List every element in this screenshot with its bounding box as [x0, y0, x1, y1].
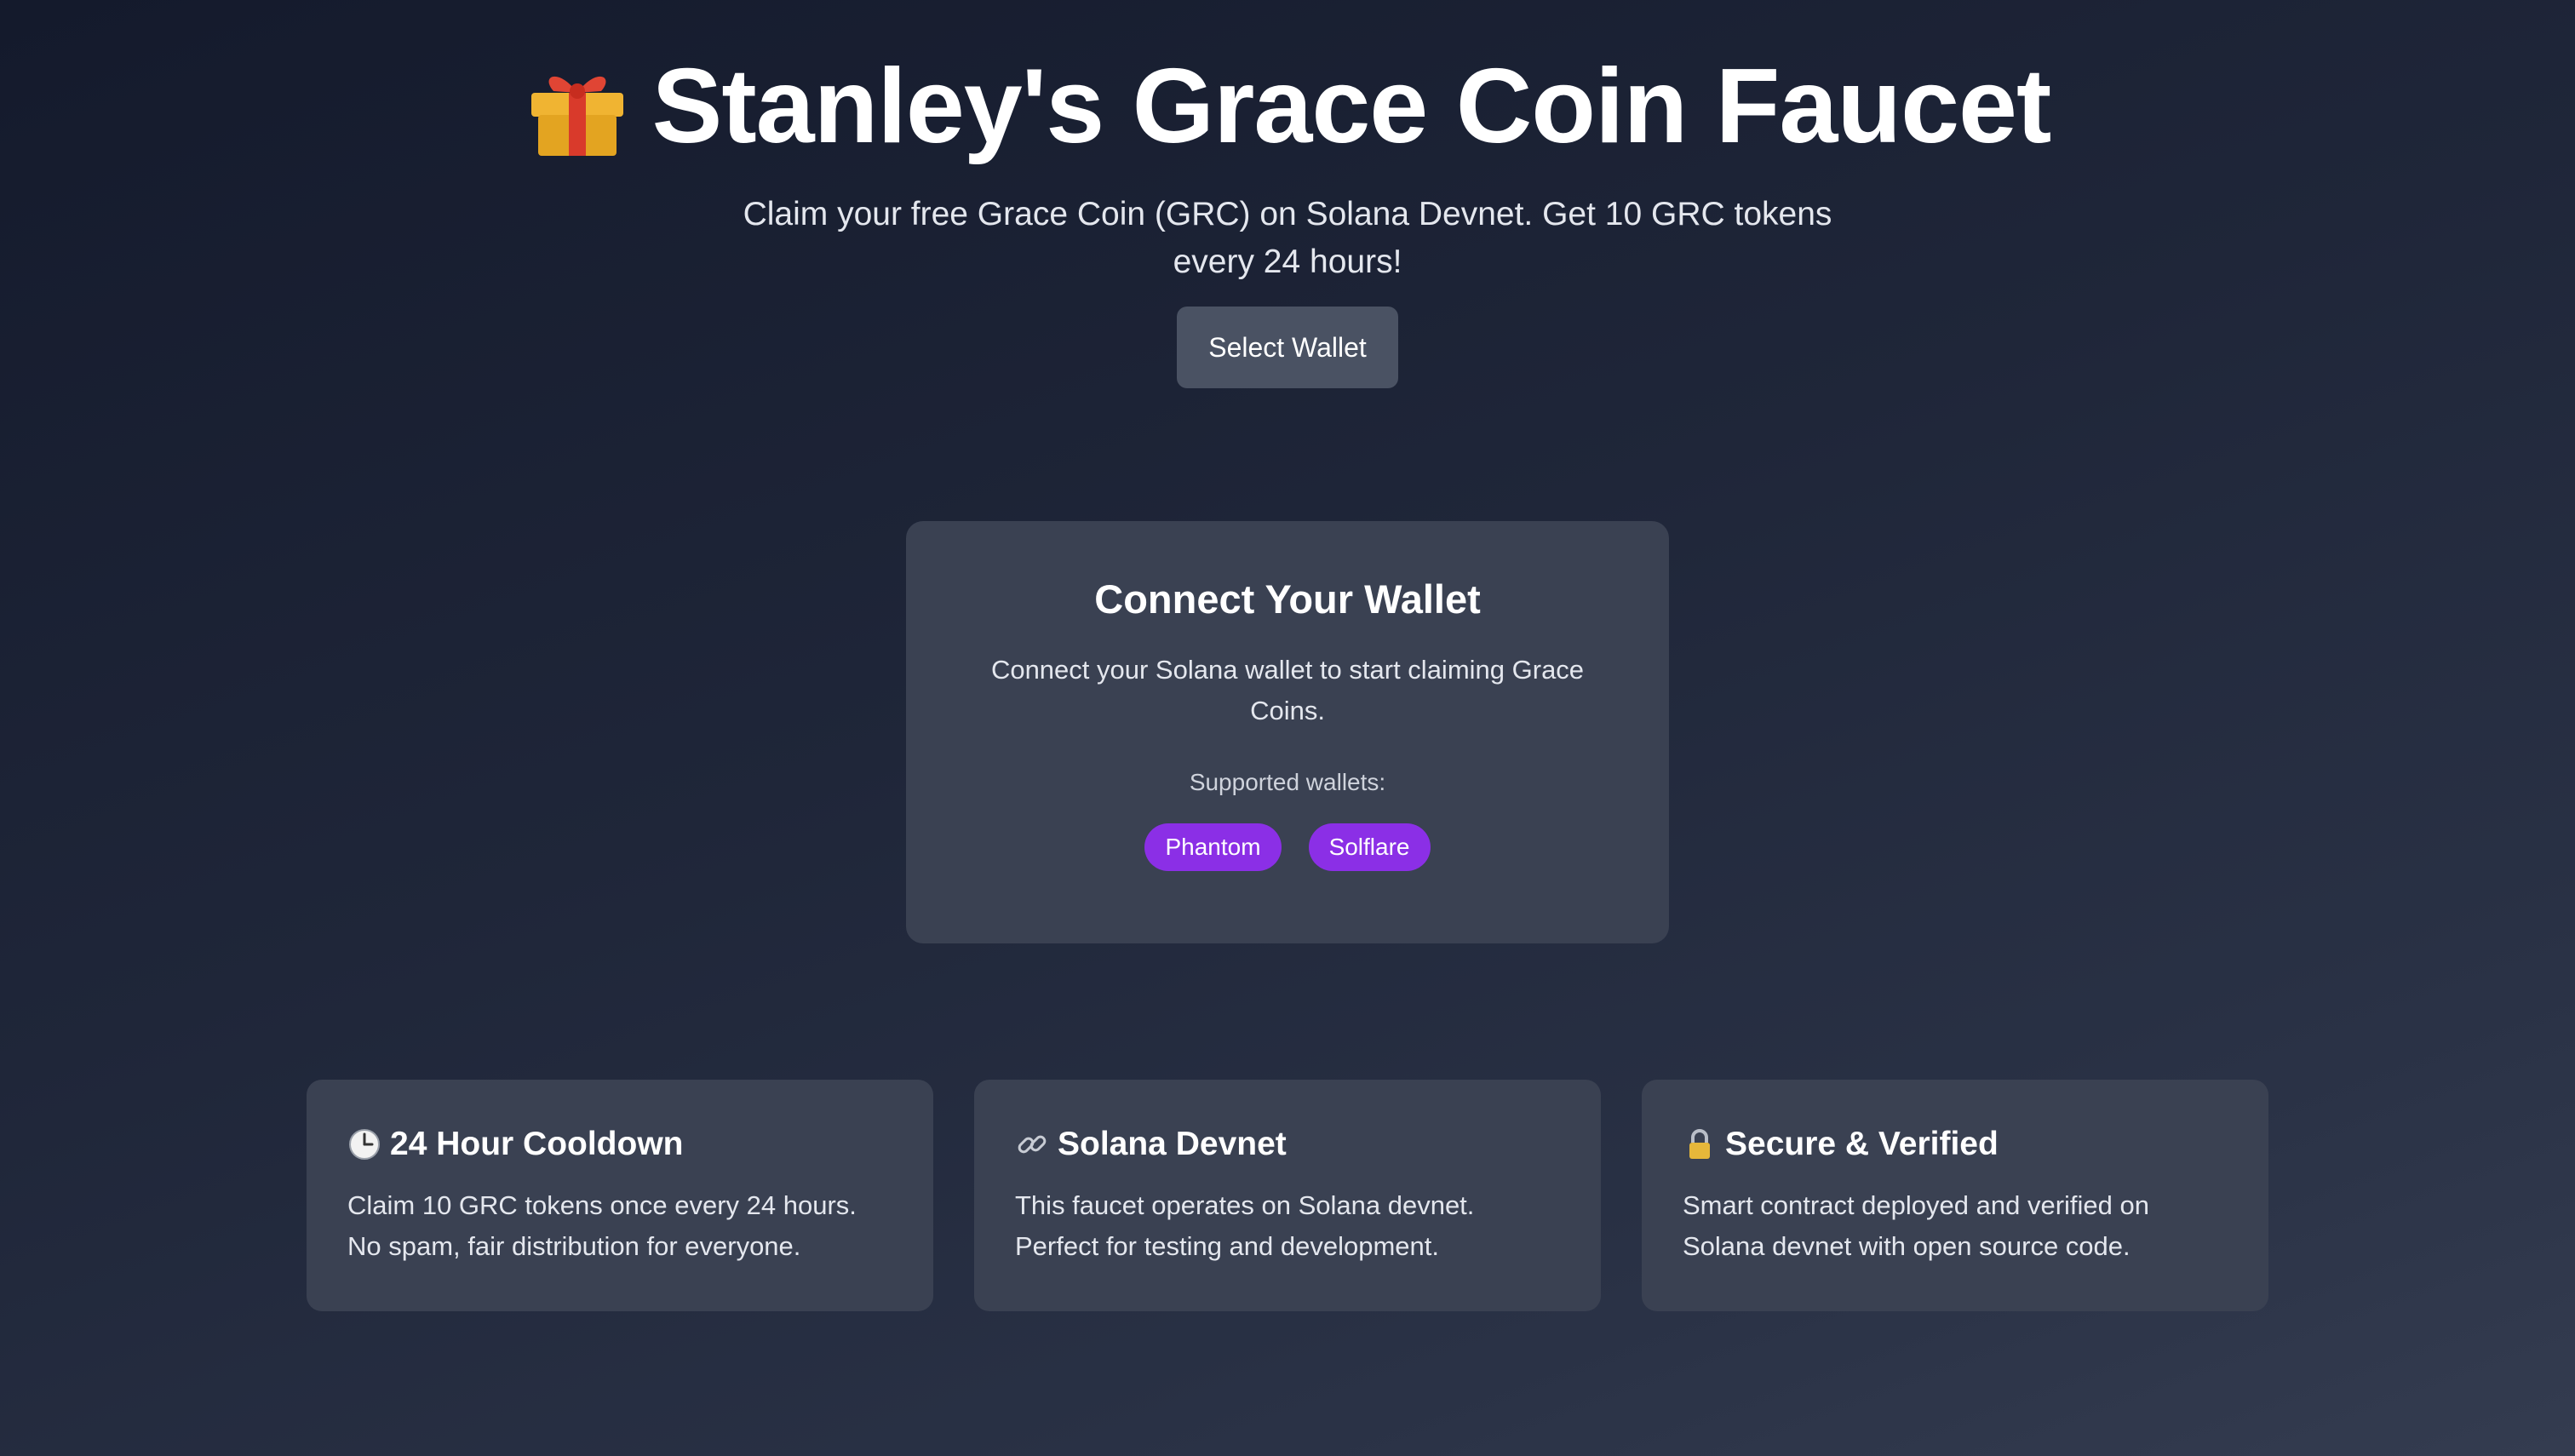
- feature-title: 24 Hour Cooldown: [390, 1126, 684, 1162]
- title-row: Stanley's Grace Coin Faucet: [0, 34, 2575, 179]
- supported-wallets-label: Supported wallets:: [1189, 769, 1386, 795]
- feature-card-cooldown: 24 Hour Cooldown Claim 10 GRC tokens onc…: [307, 1080, 933, 1311]
- feature-title: Solana Devnet: [1058, 1126, 1287, 1162]
- clock-icon: [347, 1127, 381, 1161]
- page-subtitle: Claim your free Grace Coin (GRC) on Sola…: [743, 196, 1832, 280]
- feature-cards: 24 Hour Cooldown Claim 10 GRC tokens onc…: [307, 1080, 2268, 1311]
- page-title: Stanley's Grace Coin Faucet: [651, 48, 2052, 165]
- connect-wallet-card: Connect Your Wallet Connect your Solana …: [906, 521, 1669, 943]
- feature-card-devnet: Solana Devnet This faucet operates on So…: [974, 1080, 1601, 1311]
- feature-description: Claim 10 GRC tokens once every 24 hours.…: [347, 1190, 857, 1261]
- page-header: Stanley's Grace Coin Faucet Claim your f…: [0, 34, 2575, 388]
- feature-description: This faucet operates on Solana devnet. P…: [1015, 1190, 1475, 1261]
- connect-wallet-title: Connect Your Wallet: [1094, 576, 1481, 622]
- gift-icon: [525, 54, 630, 159]
- feature-title-row: Secure & Verified: [1683, 1124, 2228, 1165]
- link-icon: [1015, 1127, 1049, 1161]
- wallet-tag-solflare[interactable]: Solflare: [1308, 823, 1431, 871]
- connect-wallet-text: Connect your Solana wallet to start clai…: [990, 655, 1585, 725]
- feature-title: Secure & Verified: [1725, 1126, 1999, 1162]
- feature-card-secure: Secure & Verified Smart contract deploye…: [1642, 1080, 2268, 1311]
- supported-wallets-list: Phantom Solflare: [906, 823, 1669, 871]
- feature-title-row: 24 Hour Cooldown: [347, 1124, 892, 1165]
- select-wallet-button[interactable]: Select Wallet: [1177, 307, 1398, 388]
- lock-icon: [1683, 1127, 1717, 1161]
- feature-description: Smart contract deployed and verified on …: [1683, 1190, 2149, 1261]
- feature-title-row: Solana Devnet: [1015, 1124, 1560, 1165]
- wallet-tag-phantom[interactable]: Phantom: [1144, 823, 1282, 871]
